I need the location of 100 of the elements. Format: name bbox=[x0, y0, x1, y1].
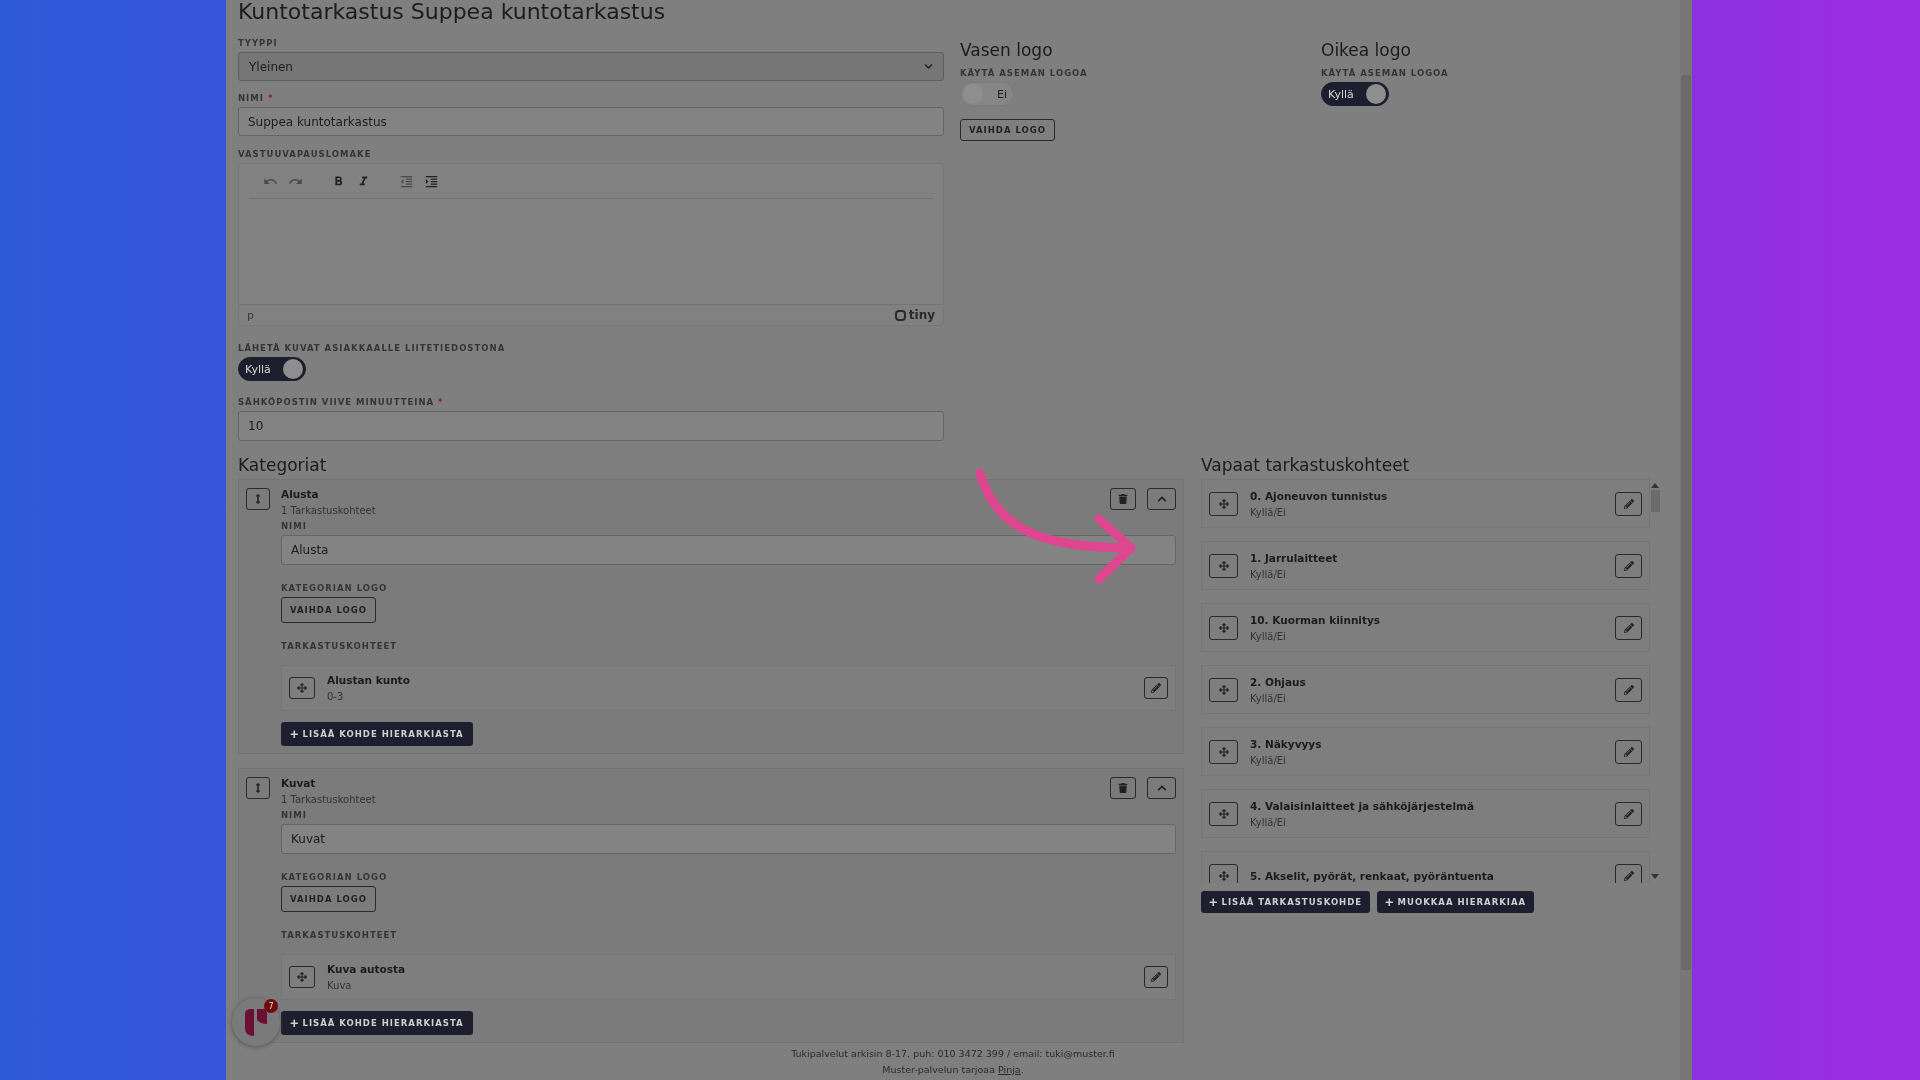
chevron-down-icon bbox=[924, 62, 933, 71]
collapse-button[interactable] bbox=[1147, 777, 1176, 799]
move-handle[interactable] bbox=[1209, 491, 1238, 516]
field-label: TARKASTUSKOHTEET bbox=[281, 930, 399, 940]
vertical-arrows-icon bbox=[253, 783, 263, 793]
type-select[interactable]: Yleinen bbox=[238, 52, 944, 81]
chevron-up-icon bbox=[1156, 783, 1167, 793]
toggle-switch[interactable]: Kyllä bbox=[238, 357, 306, 381]
edit-hierarchy-button[interactable]: MUOKKAA HIERARKIAA bbox=[1377, 891, 1535, 913]
move-handle[interactable] bbox=[1209, 615, 1238, 640]
add-from-hierarchy-button[interactable]: LISÄÄ KOHDE HIERARKIASTA bbox=[281, 1011, 473, 1035]
delay-input[interactable]: 10 bbox=[238, 411, 944, 441]
edit-button[interactable] bbox=[1615, 615, 1642, 640]
editor-brand: tiny bbox=[894, 308, 935, 322]
scroll-down-icon[interactable] bbox=[1651, 874, 1659, 879]
field-label: KÄYTÄ ASEMAN LOGOA bbox=[960, 68, 1089, 78]
field-label: SÄHKÖPOSTIN VIIVE MINUUTTEINA * bbox=[238, 397, 445, 407]
toggle-switch[interactable]: Kyllä bbox=[1321, 82, 1389, 106]
field-label: TYYPPI bbox=[238, 38, 279, 48]
add-item-button[interactable]: LISÄÄ TARKASTUSKOHDE bbox=[1201, 891, 1371, 913]
move-arrows-icon bbox=[1218, 746, 1229, 757]
change-logo-button[interactable]: VAIHDA LOGO bbox=[281, 886, 376, 912]
item-title: 10. Kuorman kiinnitys bbox=[1250, 613, 1382, 626]
category-name: Alusta bbox=[281, 488, 320, 500]
edit-button[interactable] bbox=[1615, 801, 1642, 826]
tiny-logo-icon bbox=[894, 309, 906, 321]
move-handle[interactable] bbox=[289, 966, 315, 988]
move-handle[interactable] bbox=[1209, 677, 1238, 702]
toggle-switch[interactable]: Ei bbox=[960, 82, 1014, 106]
pencil-icon bbox=[1151, 972, 1161, 982]
category-name-input[interactable]: Kuvat bbox=[281, 824, 1176, 854]
plus-icon bbox=[1385, 897, 1394, 907]
section-heading: Oikea logo bbox=[1321, 40, 1412, 60]
pencil-icon bbox=[1623, 746, 1634, 757]
item-subtitle: Kuva bbox=[327, 980, 353, 991]
item-title: 5. Akselit, pyörät, renkaat, pyöräntuenta bbox=[1250, 869, 1495, 882]
move-handle[interactable] bbox=[1209, 863, 1238, 883]
field-label: TARKASTUSKOHTEET bbox=[281, 641, 399, 651]
move-handle[interactable] bbox=[1209, 801, 1238, 826]
field-label: KATEGORIAN LOGO bbox=[281, 872, 389, 882]
item-title: Kuva autosta bbox=[327, 963, 407, 975]
support-text: Tukipalvelut arkisin 8-17. puh: 010 3472 399 / email: tuki@muster.fi bbox=[791, 1048, 1115, 1060]
provider-text: Muster-palvelun tarjoaa Pinja. bbox=[882, 1064, 1024, 1076]
edit-button[interactable] bbox=[1615, 677, 1642, 702]
delete-button[interactable] bbox=[1110, 488, 1136, 510]
category-name: Kuvat bbox=[281, 777, 317, 789]
add-from-hierarchy-button[interactable]: LISÄÄ KOHDE HIERARKIASTA bbox=[281, 722, 473, 746]
change-logo-button[interactable]: VAIHDA LOGO bbox=[281, 597, 376, 623]
section-heading: Kategoriat bbox=[238, 455, 328, 475]
drag-handle[interactable] bbox=[246, 488, 270, 510]
move-arrows-icon bbox=[1218, 622, 1229, 633]
item-subtitle: Kyllä/Ei bbox=[1250, 568, 1287, 580]
item-count: 1 Tarkastuskohteet bbox=[281, 794, 376, 805]
edit-button[interactable] bbox=[1615, 739, 1642, 764]
edit-button[interactable] bbox=[1615, 553, 1642, 578]
pencil-icon bbox=[1623, 498, 1634, 509]
page-title: Kuntotarkastus Suppea kuntotarkastus bbox=[238, 0, 667, 24]
trash-icon bbox=[1118, 494, 1128, 504]
edit-button[interactable] bbox=[1615, 491, 1642, 516]
move-handle[interactable] bbox=[289, 677, 315, 699]
item-subtitle: Kyllä/Ei bbox=[1250, 506, 1287, 518]
pencil-icon bbox=[1151, 683, 1161, 693]
delete-button[interactable] bbox=[1110, 777, 1136, 799]
edit-button[interactable] bbox=[1144, 966, 1168, 988]
item-subtitle: 0-3 bbox=[327, 691, 345, 702]
pencil-icon bbox=[1623, 622, 1634, 633]
outdent-icon[interactable] bbox=[399, 173, 414, 189]
edit-button[interactable] bbox=[1615, 863, 1642, 883]
move-arrows-icon bbox=[1218, 808, 1229, 819]
item-title: Alustan kunto bbox=[327, 674, 411, 686]
move-arrows-icon bbox=[297, 972, 307, 982]
chevron-up-icon bbox=[1156, 494, 1167, 504]
item-title: 3. Näkyvyys bbox=[1250, 737, 1323, 750]
move-arrows-icon bbox=[1218, 560, 1229, 571]
indent-icon[interactable] bbox=[424, 173, 439, 189]
trash-icon bbox=[1118, 783, 1128, 793]
pencil-icon bbox=[1623, 808, 1634, 819]
scroll-up-icon[interactable] bbox=[1651, 483, 1659, 488]
vertical-arrows-icon bbox=[253, 494, 263, 504]
provider-link[interactable]: Pinja bbox=[998, 1064, 1021, 1075]
move-handle[interactable] bbox=[1209, 739, 1238, 764]
item-title: 1. Jarrulaitteet bbox=[1250, 551, 1339, 564]
name-input[interactable]: Suppea kuntotarkastus bbox=[238, 107, 944, 136]
category-name-input[interactable]: Alusta bbox=[281, 535, 1176, 565]
collapse-button[interactable] bbox=[1147, 488, 1176, 510]
item-count: 1 Tarkastuskohteet bbox=[281, 505, 376, 516]
item-title: 4. Valaisinlaitteet ja sähköjärjestelmä bbox=[1250, 799, 1476, 812]
rich-text-editor[interactable]: p tiny bbox=[238, 163, 944, 326]
change-logo-button[interactable]: VAIHDA LOGO bbox=[960, 119, 1055, 141]
field-label: VASTUUVAPAUSLOMAKE bbox=[238, 149, 373, 159]
move-handle[interactable] bbox=[1209, 553, 1238, 578]
plus-icon bbox=[290, 729, 299, 739]
edit-button[interactable] bbox=[1144, 677, 1168, 699]
drag-handle[interactable] bbox=[246, 777, 270, 799]
pencil-icon bbox=[1623, 560, 1634, 571]
section-heading: Vasen logo bbox=[960, 40, 1054, 60]
plus-icon bbox=[290, 1018, 299, 1028]
item-subtitle: Kyllä/Ei bbox=[1250, 754, 1287, 766]
field-label: LÄHETÄ KUVAT ASIAKKAALLE LIITETIEDOSTONA bbox=[238, 343, 507, 353]
item-subtitle: Kyllä/Ei bbox=[1250, 630, 1287, 642]
